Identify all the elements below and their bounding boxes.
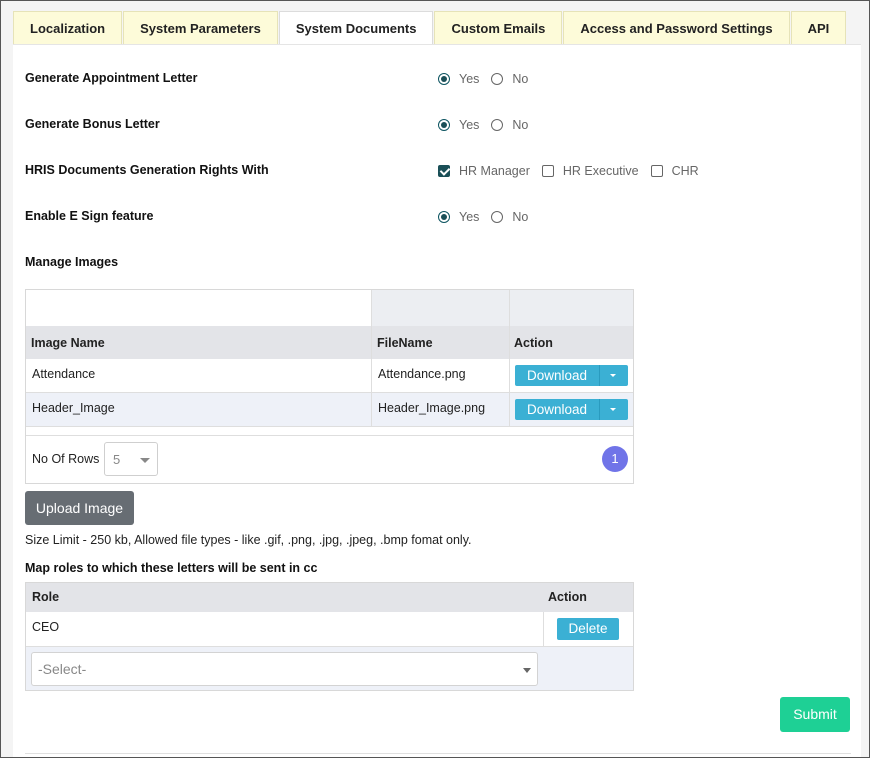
roles-table: Role Action CEO Delete -Select- — [25, 582, 634, 691]
table-row — [26, 612, 633, 646]
appointment-yes-label: Yes — [459, 72, 480, 86]
tab-bar: Localization System Parameters System Do… — [13, 11, 847, 46]
role-select-placeholder: -Select- — [38, 661, 87, 677]
hr-executive-checkbox[interactable] — [541, 165, 554, 177]
appointment-no-radio[interactable] — [491, 73, 504, 85]
appointment-letter-options: Yes No — [438, 72, 540, 86]
filter-cell-name — [26, 290, 371, 326]
split-divider — [599, 365, 600, 386]
filter-cell-file — [371, 290, 509, 326]
esign-no-radio[interactable] — [491, 211, 504, 223]
esign-label: Enable E Sign feature — [25, 209, 154, 223]
row-divider — [26, 426, 633, 427]
rows-per-page-value: 5 — [113, 452, 121, 467]
image-name-cell: Header_Image — [32, 401, 115, 415]
chevron-down-icon — [523, 668, 531, 673]
row-divider — [26, 435, 633, 436]
hr-executive-label: HR Executive — [562, 164, 639, 178]
chr-checkbox[interactable] — [650, 165, 663, 177]
caret-down-icon[interactable] — [610, 374, 616, 377]
chr-label: CHR — [671, 164, 699, 178]
upload-image-button[interactable]: Upload Image — [25, 491, 134, 525]
bonus-yes-radio[interactable] — [438, 119, 450, 131]
size-limit-note: Size Limit - 250 kb, Allowed file types … — [25, 533, 472, 547]
header-role-action: Action — [548, 590, 587, 604]
tab-access-password-settings[interactable]: Access and Password Settings — [563, 11, 790, 45]
download-label: Download — [526, 402, 588, 417]
bonus-no-label: No — [512, 118, 529, 132]
app-window: Localization System Parameters System Do… — [0, 0, 870, 758]
role-cell: CEO — [32, 620, 60, 634]
appointment-no-label: No — [512, 72, 529, 86]
generation-rights-label: HRIS Documents Generation Rights With — [25, 163, 269, 177]
bonus-letter-label: Generate Bonus Letter — [25, 117, 160, 131]
generation-rights-options: HR Manager HR Executive CHR — [438, 164, 711, 178]
esign-yes-label: Yes — [459, 210, 480, 224]
map-roles-title: Map roles to which these letters will be… — [25, 561, 318, 575]
column-divider — [371, 290, 372, 426]
chevron-down-icon — [140, 458, 150, 463]
column-divider — [509, 290, 510, 426]
submit-button[interactable]: Submit — [780, 697, 850, 732]
tab-api[interactable]: API — [790, 11, 847, 45]
manage-images-title: Manage Images — [25, 255, 119, 269]
header-role: Role — [32, 590, 60, 604]
caret-down-icon[interactable] — [610, 408, 616, 411]
bonus-no-radio[interactable] — [491, 119, 504, 131]
system-documents-panel: Generate Appointment Letter Yes No Gener… — [13, 44, 861, 757]
bottom-divider — [25, 753, 851, 754]
filter-cell-action — [509, 290, 633, 326]
header-filename: FileName — [377, 336, 433, 350]
image-name-cell: Attendance — [32, 367, 96, 381]
tab-system-parameters[interactable]: System Parameters — [123, 11, 278, 45]
images-table: Image Name FileName Action Attendance At… — [25, 289, 634, 484]
tab-localization[interactable]: Localization — [13, 11, 123, 45]
rows-per-page-label: No Of Rows : — [32, 452, 107, 466]
download-label: Download — [526, 368, 588, 383]
header-action: Action — [514, 336, 553, 350]
role-select[interactable]: -Select- — [31, 652, 538, 686]
tab-custom-emails[interactable]: Custom Emails — [434, 11, 563, 45]
hr-manager-label: HR Manager — [459, 164, 530, 178]
row-divider — [26, 646, 633, 647]
split-divider — [599, 399, 600, 420]
tab-system-documents[interactable]: System Documents — [278, 11, 434, 46]
appointment-yes-radio[interactable] — [438, 73, 450, 85]
esign-yes-radio[interactable] — [438, 211, 450, 223]
bonus-yes-label: Yes — [459, 118, 480, 132]
filename-cell: Attendance.png — [378, 367, 466, 381]
column-divider — [543, 612, 544, 646]
roles-header-row — [26, 583, 633, 612]
appointment-letter-label: Generate Appointment Letter — [25, 71, 198, 85]
delete-role-button[interactable]: Delete — [557, 618, 619, 640]
header-image-name: Image Name — [31, 336, 105, 350]
row-divider — [26, 392, 633, 393]
hr-manager-checkbox[interactable] — [438, 165, 450, 177]
esign-options: Yes No — [438, 210, 540, 224]
download-button[interactable]: Download — [515, 365, 628, 386]
rows-per-page-select[interactable]: 5 — [104, 442, 158, 476]
download-button[interactable]: Download — [515, 399, 628, 420]
esign-no-label: No — [512, 210, 529, 224]
page-1-button[interactable]: 1 — [602, 446, 628, 472]
bonus-letter-options: Yes No — [438, 118, 540, 132]
filename-cell: Header_Image.png — [378, 401, 486, 415]
